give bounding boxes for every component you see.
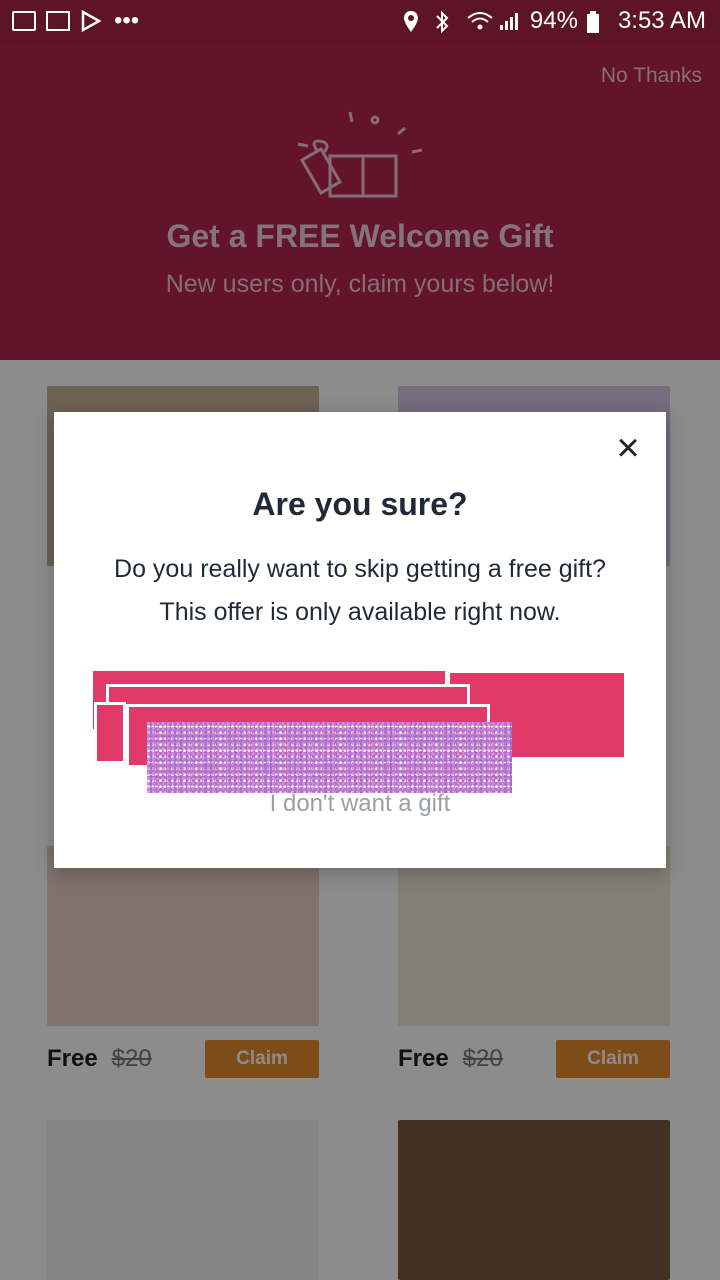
decline-gift-link[interactable]: I don't want a gift — [54, 790, 666, 818]
battery-icon — [586, 10, 610, 33]
clock: 3:53 AM — [617, 7, 706, 34]
confirm-dialog: × Are you sure? Do you really want to sk… — [54, 412, 666, 868]
wifi-icon — [466, 10, 493, 32]
close-icon[interactable]: × — [610, 428, 646, 468]
location-icon — [402, 10, 426, 32]
gmail-notification-icon — [46, 11, 70, 31]
play-store-notification-icon — [80, 9, 104, 33]
signal-icon — [498, 10, 522, 32]
obscured-region — [147, 722, 512, 793]
gallery-notification-icon — [12, 11, 36, 31]
battery-percent: 94% — [529, 7, 578, 34]
more-notifications-icon: ••• — [114, 7, 140, 34]
claim-gift-button[interactable] — [90, 668, 630, 798]
dialog-title: Are you sure? — [252, 486, 468, 522]
dialog-message: Do you really want to skip getting a fre… — [114, 555, 606, 626]
button-layer — [94, 702, 126, 764]
status-bar: ••• 94% 3:53 AM — [0, 0, 720, 42]
bluetooth-icon — [434, 10, 458, 34]
